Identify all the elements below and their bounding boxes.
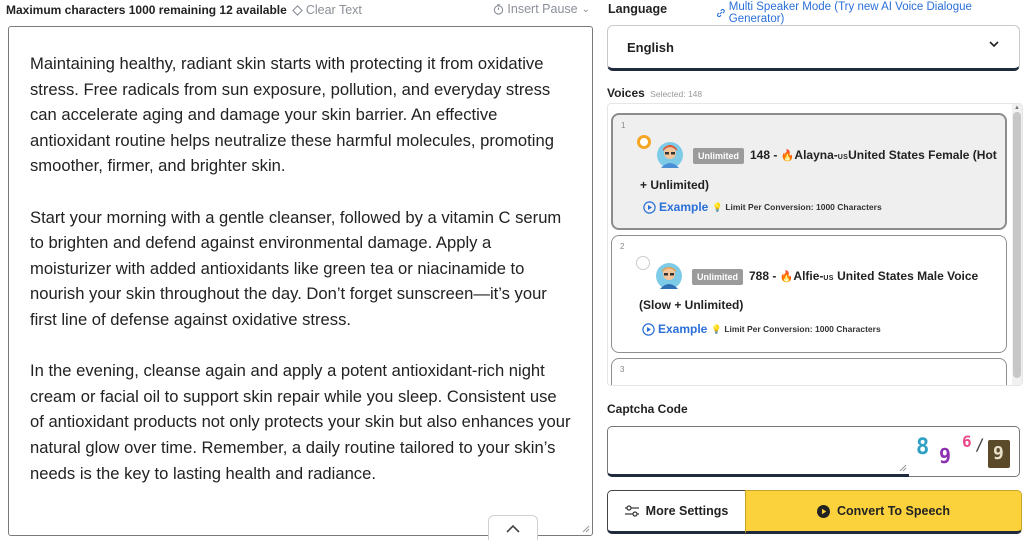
voice-name: Alayna- [794,148,838,162]
voice-card[interactable]: 3 [611,358,1007,385]
voice-desc: United States Male Voice [833,269,979,283]
paragraph: Maintaining healthy, radiant skin starts… [30,54,554,176]
example-link[interactable]: Example [658,322,707,336]
voices-heading: Voices Selected: 148 [607,86,702,100]
voice-radio[interactable] [637,135,651,149]
resize-handle-icon[interactable] [582,525,590,533]
limit-text: 💡 Limit Per Conversion: 1000 Characters [712,201,882,212]
us-flag-icon: US [837,154,849,161]
sliders-icon [624,505,639,517]
voice-list: 1 Unlimited 148 - 🔥Alayna-USUnited State… [607,103,1023,386]
link-icon [717,8,725,18]
limit-text: 💡 Limit Per Conversion: 1000 Characters [711,323,881,334]
voice-title-line1: 148 - 🔥Alayna-USUnited States Female (Ho… [750,148,997,162]
unlimited-badge: Unlimited [693,148,745,164]
chevron-up-icon [506,524,520,533]
fire-icon: 🔥 [780,150,795,162]
convert-to-speech-button[interactable]: Convert To Speech [745,490,1022,534]
text-input-area[interactable]: Maintaining healthy, radiant skin starts… [8,26,593,536]
voice-id: 788 - [749,269,777,283]
paragraph: In the evening, cleanse again and apply … [30,361,571,483]
more-settings-label: More Settings [645,504,729,518]
avatar-female-icon [657,142,683,168]
voice-desc: United States Female (Hot [848,148,997,162]
captcha-char: 6 [962,432,972,451]
paragraph: Start your morning with a gentle cleanse… [30,207,562,329]
fire-icon: 🔥 [779,271,794,283]
limit-label: Limit Per Conversion: 1000 Characters [724,323,881,334]
voice-title-line1: 788 - 🔥Alfie-US United States Male Voice [749,269,978,283]
voices-label: Voices [607,86,645,100]
multi-speaker-link[interactable]: Multi Speaker Mode (Try new AI Voice Dia… [716,1,1024,25]
voice-title-line2: (Slow + Unlimited) [639,298,744,312]
resize-handle-icon [899,464,907,472]
multi-speaker-label: Multi Speaker Mode (Try new AI Voice Dia… [728,1,972,25]
play-circle-icon [643,200,656,214]
chevron-down-icon: ⌄ [581,3,590,15]
voice-id: 148 - [750,148,778,162]
voice-card[interactable]: 2 Unlimited 788 - 🔥Alfie-US United State… [611,235,1007,353]
play-circle-icon [642,322,655,336]
voice-name: Alfie- [793,269,824,283]
voice-index: 1 [621,121,626,130]
editor-toolbar: Maximum characters 1000 remaining 12 ava… [6,2,594,18]
captcha-label: Captcha Code [607,402,688,416]
captcha-char: / [975,435,985,454]
timer-icon [494,3,504,15]
collapse-toggle-button[interactable] [488,515,538,540]
eraser-icon [291,4,303,16]
captcha-char: 8 [916,435,930,460]
insert-pause-label: Insert Pause [507,2,578,16]
voice-title-line2: + Unlimited) [640,178,710,192]
scroll-up-icon[interactable]: ▲ [1014,105,1020,111]
voices-selected-count: Selected: 148 [650,89,703,99]
language-selected-value: English [627,39,674,55]
example-row: Example 💡 Limit Per Conversion: 1000 Cha… [642,322,881,336]
scrollbar-thumb[interactable] [1013,112,1021,378]
us-flag-icon: US [823,275,834,282]
voice-card[interactable]: 1 Unlimited 148 - 🔥Alayna-USUnited State… [611,113,1007,230]
captcha-image: 8 9 6 / 9 [909,426,1020,477]
clear-text-button[interactable]: Clear Text [291,3,362,17]
captcha-char: 9 [993,443,1004,464]
char-counter: Maximum characters 1000 remaining 12 ava… [6,3,287,17]
language-label: Language [608,2,668,16]
avatar-male-icon [656,263,682,289]
example-row: Example 💡 Limit Per Conversion: 1000 Cha… [643,200,882,214]
voice-index: 3 [620,365,625,374]
limit-label: Limit Per Conversion: 1000 Characters [725,201,882,212]
captcha-char: 9 [939,444,952,468]
convert-label: Convert To Speech [837,504,950,518]
captcha-input[interactable] [607,426,910,477]
language-select[interactable]: English [607,25,1020,71]
editor-text[interactable]: Maintaining healthy, radiant skin starts… [30,51,575,512]
clear-text-label: Clear Text [305,3,362,17]
voice-list-scrollbar[interactable]: ▲ [1012,104,1022,385]
voice-radio[interactable] [636,256,650,270]
unlimited-badge: Unlimited [692,269,744,285]
example-link[interactable]: Example [659,200,708,214]
insert-pause-dropdown[interactable]: Insert Pause ⌄ [493,2,590,16]
tts-app: Maximum characters 1000 remaining 12 ava… [0,0,1024,540]
voice-index: 2 [620,242,625,251]
play-circle-icon [817,504,830,518]
chevron-down-icon [989,39,999,51]
more-settings-button[interactable]: More Settings [607,490,746,534]
